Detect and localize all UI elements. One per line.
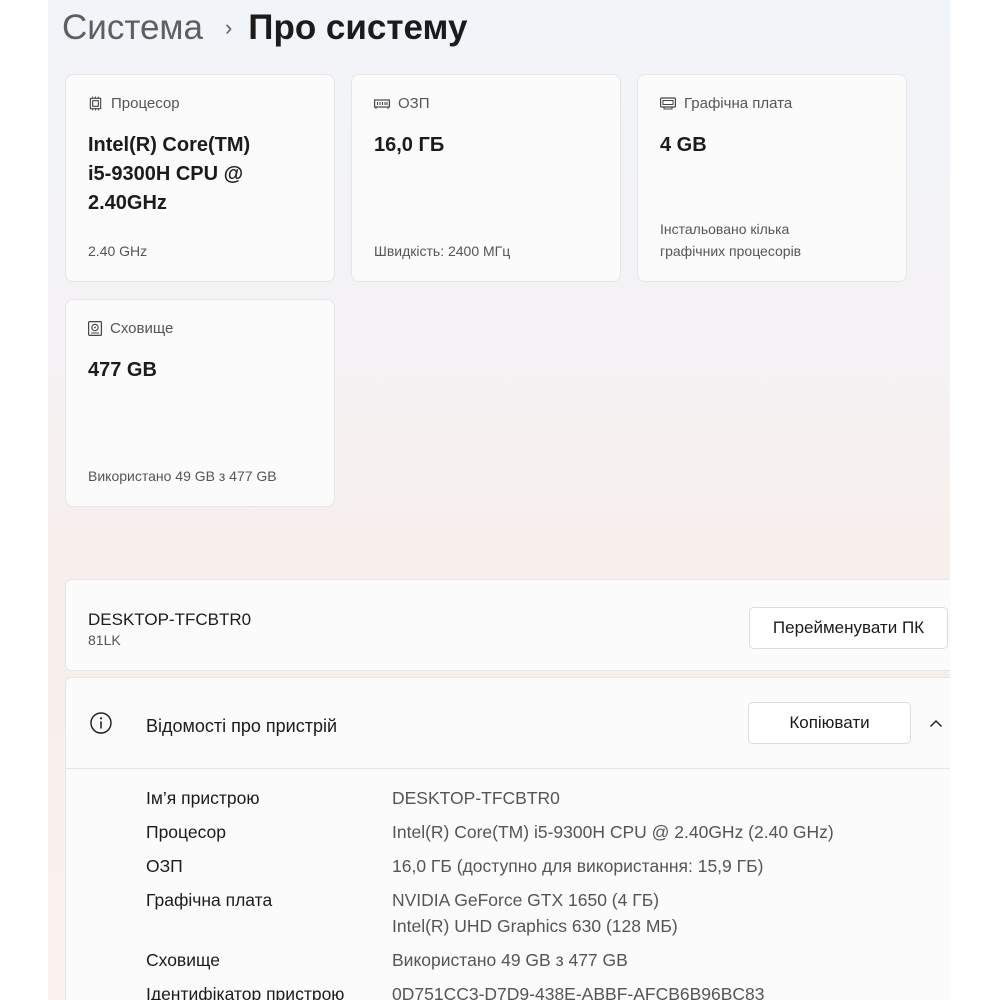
spec-value: Використано 49 GB з 477 GB	[392, 950, 628, 970]
processor-value-line: i5-9300H CPU @	[88, 163, 244, 185]
processor-card-speed: 2.40 GHz	[88, 243, 148, 259]
spec-value-group: NVIDIA GeForce GTX 1650 (4 ГБ) Intel(R) …	[392, 887, 678, 939]
processor-value-line: 2.40GHz	[88, 192, 167, 214]
graphics-card-value: 4 GB	[660, 134, 707, 156]
graphics-card: Графічна плата 4 GB Інстальовано кілька …	[637, 74, 907, 282]
breadcrumb: Система › Про систему	[62, 8, 467, 48]
spec-label: Сховище	[146, 950, 220, 970]
graphics-card-icon	[660, 97, 676, 110]
graphics-card-label: Графічна плата	[684, 95, 793, 112]
spec-row-ram: ОЗП 16,0 ГБ (доступно для використання: …	[146, 853, 946, 879]
graphics-note-line: Інстальовано кілька	[660, 221, 790, 237]
storage-card-header: Сховище	[88, 320, 173, 337]
spec-value: 16,0 ГБ (доступно для використання: 15,9…	[392, 856, 764, 876]
processor-card: Процесор Intel(R) Core(TM) i5-9300H CPU …	[65, 74, 335, 282]
graphics-card-header: Графічна плата	[660, 95, 792, 112]
processor-value-line: Intel(R) Core(TM)	[88, 134, 251, 156]
spec-value: 0D751CC3-D7D9-438E-ABBF-AFCB6B96BC83	[392, 984, 765, 1000]
spec-value: DESKTOP-TFCBTR0	[392, 788, 560, 808]
spec-value: NVIDIA GeForce GTX 1650 (4 ГБ)	[392, 890, 660, 910]
spec-row-processor: Процесор Intel(R) Core(TM) i5-9300H CPU …	[146, 819, 946, 845]
spec-value: Intel(R) UHD Graphics 630 (128 МБ)	[392, 916, 678, 936]
cpu-chip-icon	[89, 96, 102, 111]
spec-label: Процесор	[146, 822, 227, 842]
pc-name-row: DESKTOP-TFCBTR0 81LK Перейменувати ПК	[65, 579, 950, 671]
breadcrumb-system-link[interactable]: Система	[62, 8, 203, 48]
memory-module-icon	[374, 98, 390, 109]
spec-row-storage: Сховище Використано 49 GB з 477 GB	[146, 947, 946, 973]
ram-card-header: ОЗП	[374, 95, 430, 112]
graphics-card-note: Інстальовано кілька графічних процесорів	[660, 218, 801, 262]
spec-label: Ім’я пристрою	[146, 788, 260, 808]
chevron-up-icon[interactable]	[928, 716, 944, 732]
graphics-note-line: графічних процесорів	[660, 243, 802, 259]
device-info-header[interactable]: Відомості про пристрій Копіювати	[66, 678, 950, 769]
processor-card-label: Процесор	[111, 95, 180, 112]
storage-card: Сховище 477 GB Використано 49 GB з 477 G…	[65, 299, 335, 507]
spec-label: Графічна плата	[146, 890, 273, 910]
processor-card-header: Процесор	[88, 95, 180, 112]
storage-card-usage: Використано 49 GB з 477 GB	[88, 468, 277, 484]
storage-card-value: 477 GB	[88, 359, 157, 381]
spec-row-device-id: Ідентифікатор пристрою 0D751CC3-D7D9-438…	[146, 981, 946, 1000]
device-info-title: Відомості про пристрій	[146, 716, 338, 736]
storage-card-label: Сховище	[110, 320, 174, 337]
spec-label: Ідентифікатор пристрою	[146, 984, 345, 1000]
spec-row-graphics: Графічна плата NVIDIA GeForce GTX 1650 (…	[146, 887, 946, 939]
page-title: Про систему	[248, 8, 468, 47]
spec-row-device-name: Ім’я пристрою DESKTOP-TFCBTR0	[146, 785, 946, 811]
breadcrumb-separator: ›	[224, 15, 233, 40]
hard-drive-icon	[88, 321, 102, 336]
ram-card-value: 16,0 ГБ	[374, 134, 445, 156]
settings-window: Система › Про систему Процесор Intel(R) …	[48, 0, 950, 1000]
pc-model: 81LK	[88, 632, 121, 648]
rename-pc-button[interactable]: Перейменувати ПК	[749, 607, 948, 649]
info-circle-icon	[90, 712, 112, 734]
ram-card: ОЗП 16,0 ГБ Швидкість: 2400 МГц	[351, 74, 621, 282]
processor-card-value: Intel(R) Core(TM) i5-9300H CPU @ 2.40GHz	[88, 131, 250, 218]
spec-label: ОЗП	[146, 856, 183, 876]
copy-button[interactable]: Копіювати	[748, 702, 911, 744]
ram-card-speed: Швидкість: 2400 МГц	[374, 243, 511, 259]
spec-value: Intel(R) Core(TM) i5-9300H CPU @ 2.40GHz…	[392, 822, 834, 842]
ram-card-label: ОЗП	[398, 95, 430, 112]
pc-name: DESKTOP-TFCBTR0	[88, 610, 252, 629]
device-info-panel: Відомості про пристрій Копіювати Ім’я пр…	[65, 677, 950, 1000]
